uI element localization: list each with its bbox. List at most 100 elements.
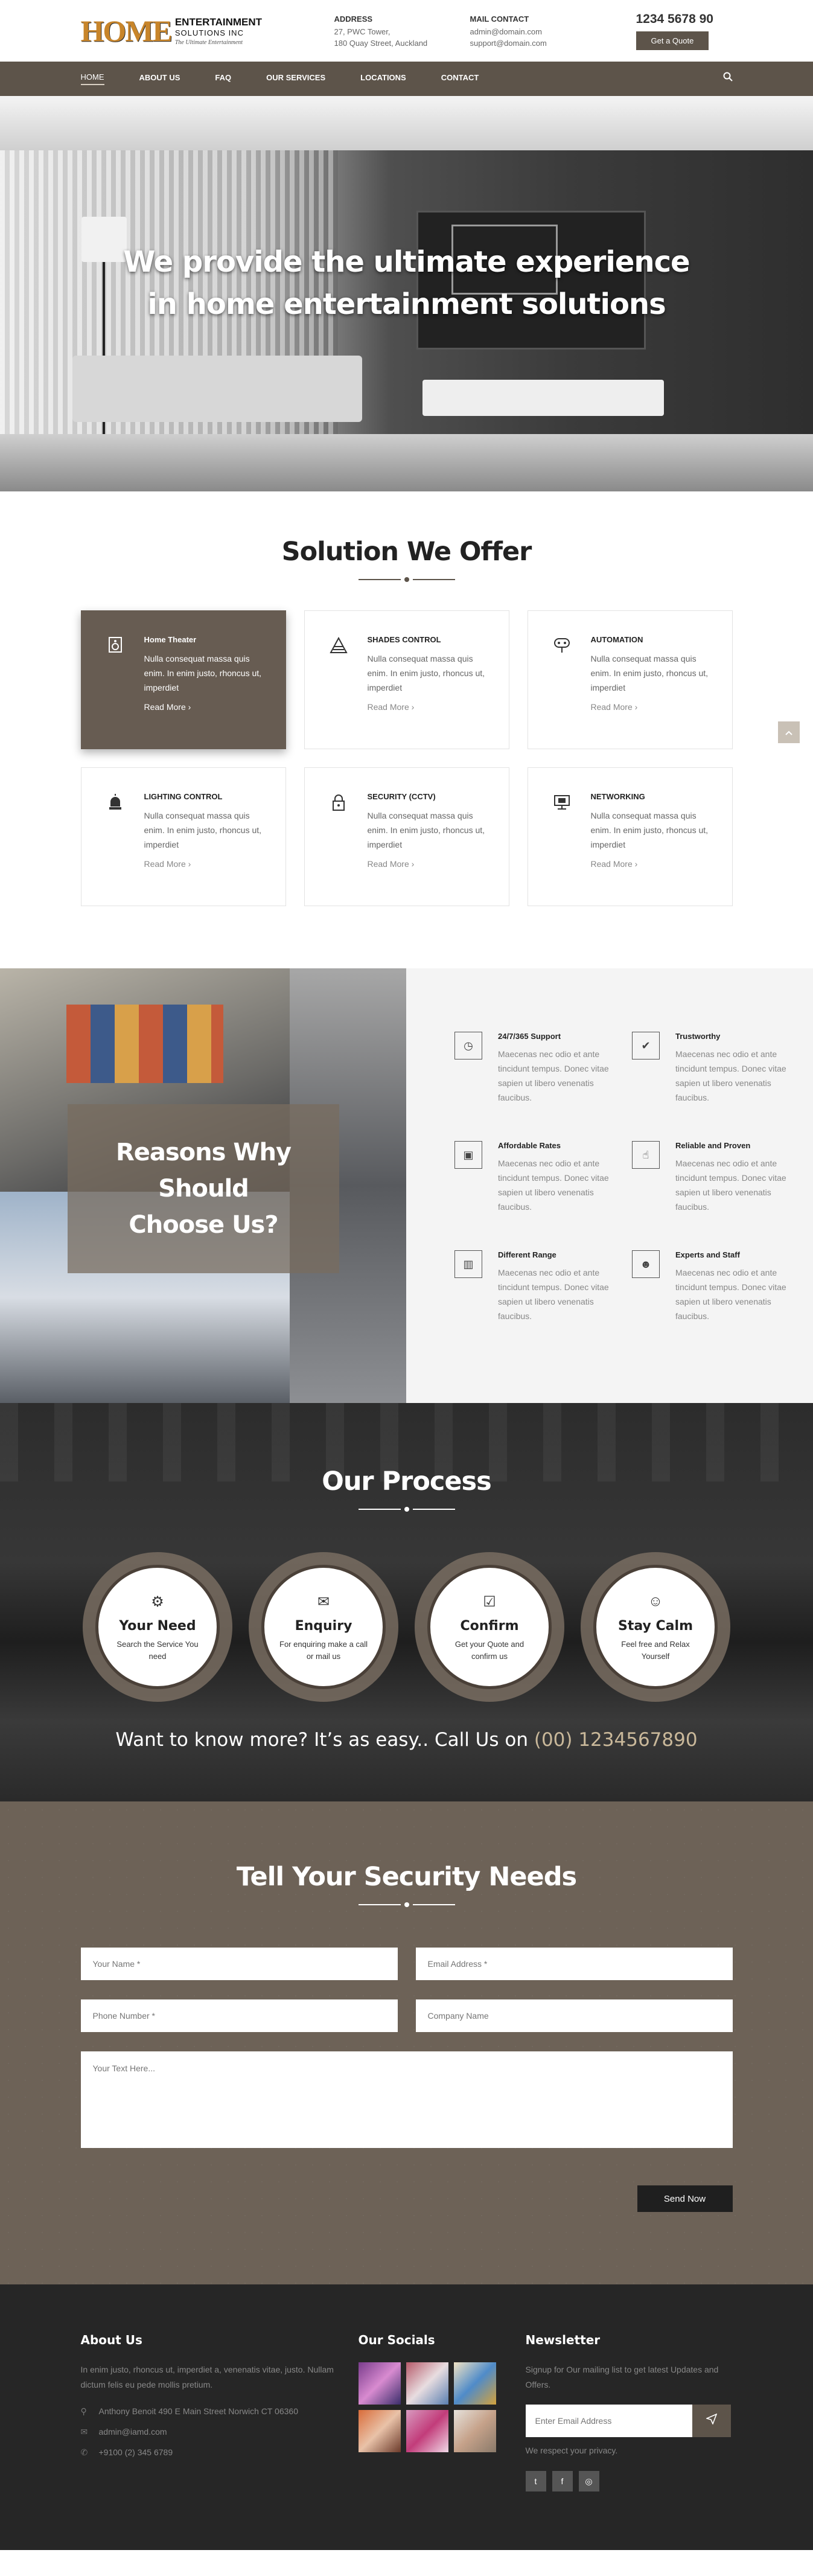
nav-home[interactable]: HOME: [80, 72, 104, 85]
phone-field[interactable]: [80, 1999, 398, 2032]
nav-contact[interactable]: CONTACT: [441, 73, 479, 85]
card-home-theater[interactable]: Home Theater Nulla consequat massa quis …: [80, 610, 286, 749]
hero-ceiling: [0, 96, 813, 150]
step-text: Feel free and Relax Yourself: [621, 1640, 690, 1661]
clock-icon: ◷: [454, 1032, 482, 1059]
send-now-button[interactable]: Send Now: [637, 2185, 733, 2212]
subscribe-button[interactable]: [692, 2405, 731, 2437]
money-icon: ▣: [454, 1141, 482, 1169]
step-title: Stay Calm: [618, 1619, 693, 1634]
hero-table: [422, 380, 664, 416]
checkbox-icon: ☑: [483, 1594, 496, 1610]
footer-about-text: In enim justo, rhoncus ut, imperdiet a, …: [80, 2365, 334, 2389]
logo-line1: ENTERTAINMENT: [174, 16, 263, 28]
gears-icon: ⚙: [151, 1594, 164, 1610]
monitor-screens: [66, 1005, 223, 1083]
card-text: Nulla consequat massa quis enim. In enim…: [590, 654, 709, 692]
search-icon[interactable]: [723, 72, 733, 86]
get-quote-button[interactable]: Get a Quote: [636, 31, 709, 50]
social-thumbnail[interactable]: [406, 2410, 448, 2452]
solutions-title: Solution We Offer: [281, 537, 532, 567]
card-networking[interactable]: NETWORKING Nulla consequat massa quis en…: [527, 767, 733, 906]
call-number[interactable]: (00) 1234567890: [534, 1729, 698, 1751]
footer-phone[interactable]: ✆ +9100 (2) 345 6789: [81, 2442, 359, 2463]
newsletter-email-input[interactable]: [525, 2405, 692, 2437]
social-thumbnail[interactable]: [358, 2410, 401, 2452]
call-text: Want to know more? It’s as easy.. Call U…: [115, 1729, 528, 1751]
title-divider: [358, 1902, 455, 1907]
reason-title: Experts and Staff: [675, 1250, 740, 1259]
card-text: Nulla consequat massa quis enim. In enim…: [144, 811, 262, 849]
footer-socials: Our Socials: [358, 2333, 526, 2491]
reason-text: Maecenas nec odio et ante tincidunt temp…: [675, 1268, 786, 1321]
card-title: Home Theater: [144, 635, 197, 644]
nav-faq[interactable]: FAQ: [215, 73, 231, 85]
read-more-link[interactable]: Read More ›: [368, 859, 503, 869]
social-icons: t f ◎: [525, 2471, 731, 2491]
card-lighting-control[interactable]: LIGHTING CONTROL Nulla consequat massa q…: [80, 767, 286, 906]
company-field[interactable]: [415, 1999, 733, 2032]
reason-item: ▥ Different Range Maecenas nec odio et a…: [454, 1250, 630, 1323]
bar-chart-icon: ▥: [454, 1250, 482, 1278]
newsletter-text: Signup for Our mailing list to get lates…: [525, 2365, 719, 2389]
mail-info: MAIL CONTACT admin@domain.com support@do…: [470, 13, 606, 49]
read-more-link[interactable]: Read More ›: [591, 702, 726, 712]
logo-tagline: The Ultimate Entertainment: [174, 39, 243, 46]
reason-item: ▣ Affordable Rates Maecenas nec odio et …: [454, 1141, 630, 1214]
top-header: HOME ENTERTAINMENT SOLUTIONS INC The Ult…: [0, 0, 813, 62]
read-more-link[interactable]: Read More ›: [368, 702, 503, 712]
reasons-list: ◷ 24/7/365 Support Maecenas nec odio et …: [406, 968, 813, 1403]
twitter-icon[interactable]: t: [525, 2471, 546, 2491]
newsletter-form: [525, 2405, 731, 2437]
facebook-icon[interactable]: f: [552, 2471, 573, 2491]
footer-email[interactable]: ✉ admin@iamd.com: [81, 2421, 359, 2442]
logo[interactable]: HOME ENTERTAINMENT SOLUTIONS INC The Ult…: [81, 16, 334, 46]
nav-our-services[interactable]: OUR SERVICES: [266, 73, 325, 85]
footer-about-title: About Us: [80, 2333, 142, 2347]
envelope-icon: ✉: [80, 2427, 88, 2437]
form-title: Tell Your Security Needs: [236, 1862, 577, 1892]
read-more-link[interactable]: Read More ›: [591, 859, 726, 869]
reason-item: ◷ 24/7/365 Support Maecenas nec odio et …: [454, 1032, 630, 1105]
scroll-to-top-button[interactable]: [778, 721, 800, 743]
reason-text: Maecenas nec odio et ante tincidunt temp…: [498, 1049, 609, 1102]
footer-about: About Us In enim justo, rhoncus ut, impe…: [81, 2333, 359, 2491]
solutions-section: Solution We Offer Home Theater Nulla con…: [0, 491, 813, 968]
name-field[interactable]: [80, 1948, 398, 1980]
header-phone[interactable]: 1234 5678 90: [636, 12, 733, 27]
social-thumbnail[interactable]: [406, 2362, 448, 2405]
social-thumbnail[interactable]: [453, 2410, 496, 2452]
phone-icon: ✆: [80, 2447, 88, 2457]
mail-line2[interactable]: support@domain.com: [470, 37, 606, 49]
social-thumbnail[interactable]: [358, 2362, 401, 2405]
step-text: For enquiring make a call or mail us: [279, 1640, 368, 1661]
card-text: Nulla consequat massa quis enim. In enim…: [367, 811, 485, 849]
reasons-overlay: Reasons Why Should Choose Us?: [68, 1104, 339, 1273]
step-title: Confirm: [460, 1619, 519, 1634]
card-automation[interactable]: AUTOMATION Nulla consequat massa quis en…: [527, 610, 733, 749]
reason-title: Different Range: [498, 1250, 556, 1259]
card-security-cctv[interactable]: SECURITY (CCTV) Nulla consequat massa qu…: [304, 767, 509, 906]
read-more-link[interactable]: Read More ›: [144, 702, 279, 712]
message-field[interactable]: [80, 2051, 733, 2148]
hero-floor: [0, 434, 813, 491]
mail-line1[interactable]: admin@domain.com: [470, 26, 606, 37]
nav-about-us[interactable]: ABOUT US: [139, 73, 180, 85]
email-field[interactable]: [415, 1948, 733, 1980]
form-fields: [80, 1948, 733, 2148]
smile-icon: ☺: [648, 1593, 663, 1609]
reason-text: Maecenas nec odio et ante tincidunt temp…: [675, 1159, 786, 1212]
nav-locations[interactable]: LOCATIONS: [360, 73, 406, 85]
thumbs-up-icon: ☝: [632, 1141, 660, 1169]
step-title: Your Need: [119, 1619, 196, 1634]
instagram-icon[interactable]: ◎: [578, 2471, 599, 2491]
hero-line1: We provide the ultimate experience: [123, 245, 690, 279]
card-shades-control[interactable]: SHADES CONTROL Nulla consequat massa qui…: [304, 610, 509, 749]
social-thumbnail[interactable]: [453, 2362, 496, 2405]
read-more-link[interactable]: Read More ›: [144, 859, 279, 869]
address-line1: 27, PWC Tower,: [334, 27, 391, 36]
reason-item: ☝ Reliable and Proven Maecenas nec odio …: [632, 1141, 807, 1214]
newsletter-title: Newsletter: [525, 2333, 601, 2347]
solutions-grid: Home Theater Nulla consequat massa quis …: [80, 610, 733, 906]
process-step: ✉ Enquiry For enquiring make a call or m…: [247, 1552, 401, 1702]
